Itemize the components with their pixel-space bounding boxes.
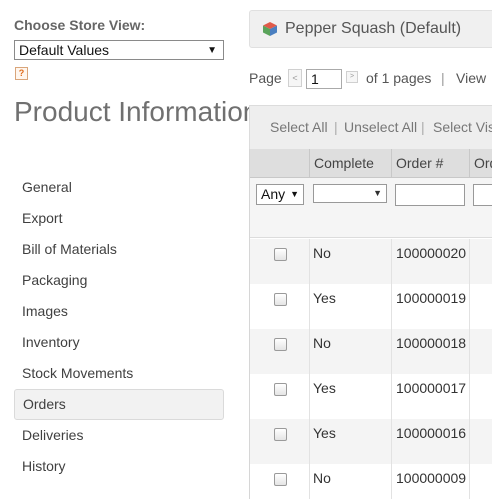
page-count: of 1 pages: [366, 70, 432, 86]
tab-deliveries[interactable]: Deliveries: [14, 420, 224, 451]
table-row[interactable]: No 100000018: [250, 329, 492, 374]
complete-cell: Yes: [313, 425, 336, 441]
chevron-down-icon: ▼: [207, 45, 217, 56]
column-divider: [309, 284, 310, 329]
order-number-cell: 100000018: [396, 335, 467, 351]
complete-cell: No: [313, 245, 331, 261]
tab-inventory[interactable]: Inventory: [14, 327, 224, 358]
column-divider: [469, 419, 470, 464]
table-row[interactable]: No 100000009: [250, 464, 492, 499]
order-number-cell: 100000009: [396, 470, 467, 486]
tab-history[interactable]: History: [14, 451, 224, 482]
cube-icon: [262, 21, 278, 42]
store-view-selected: Default Values: [19, 42, 110, 58]
column-divider: [309, 374, 310, 419]
column-header-select: [250, 149, 309, 178]
tab-export[interactable]: Export: [14, 203, 224, 234]
table-row[interactable]: Yes 100000016: [250, 419, 492, 464]
next-page-button[interactable]: >: [346, 71, 358, 83]
view-label: View: [456, 70, 487, 86]
page-number-input[interactable]: [306, 69, 342, 89]
select-filter-value: Any: [261, 186, 286, 202]
column-divider: [469, 374, 470, 419]
column-divider: [469, 329, 470, 374]
table-row[interactable]: Yes 100000017: [250, 374, 492, 419]
row-checkbox[interactable]: [274, 293, 287, 306]
massaction-bar: Select All | Unselect All | Select Visib…: [249, 105, 492, 149]
column-divider: [391, 329, 392, 374]
row-checkbox[interactable]: [274, 473, 287, 486]
order-number-cell: 100000019: [396, 290, 467, 306]
select-all-link[interactable]: Select All: [270, 119, 328, 135]
column-divider: [469, 464, 470, 499]
column-header-complete[interactable]: Complete: [309, 149, 391, 178]
select-filter[interactable]: Any ▼: [256, 184, 304, 205]
column-divider: [469, 284, 470, 329]
column-divider: [391, 284, 392, 329]
complete-filter[interactable]: ▼: [313, 184, 387, 203]
column-header-order-date[interactable]: Ord: [469, 149, 492, 178]
column-divider: [469, 239, 470, 284]
row-checkbox[interactable]: [274, 428, 287, 441]
order-number-filter-input[interactable]: [395, 184, 465, 206]
table-row[interactable]: No 100000020: [250, 239, 492, 284]
complete-cell: Yes: [313, 290, 336, 306]
order-number-cell: 100000020: [396, 245, 467, 261]
complete-cell: Yes: [313, 380, 336, 396]
pager-separator: |: [441, 70, 445, 86]
filter-row: Any ▼ ▼: [250, 178, 492, 238]
column-header-order-number[interactable]: Order #: [391, 149, 469, 178]
page-title: Product Information: [14, 96, 259, 127]
chevron-down-icon: ▼: [373, 188, 382, 198]
tab-images[interactable]: Images: [14, 296, 224, 327]
massaction-separator: |: [421, 119, 425, 135]
store-view-label: Choose Store View:: [14, 17, 146, 33]
order-number-cell: 100000016: [396, 425, 467, 441]
product-tabs-nav: General Export Bill of Materials Packagi…: [14, 172, 224, 482]
product-header-title: Pepper Squash (Default): [285, 20, 462, 37]
column-divider: [309, 239, 310, 284]
tab-general[interactable]: General: [14, 172, 224, 203]
chevron-down-icon: ▼: [290, 189, 299, 199]
complete-cell: No: [313, 470, 331, 486]
tab-packaging[interactable]: Packaging: [14, 265, 224, 296]
select-visible-link[interactable]: Select Visible: [433, 119, 492, 135]
column-divider: [391, 239, 392, 284]
column-divider: [309, 329, 310, 374]
massaction-separator: |: [334, 119, 338, 135]
orders-grid: Complete Order # Ord Any ▼ ▼ No 10000002…: [249, 149, 492, 499]
unselect-all-link[interactable]: Unselect All: [344, 119, 417, 135]
order-number-cell: 100000017: [396, 380, 467, 396]
column-divider: [309, 464, 310, 499]
product-header: Pepper Squash (Default): [249, 10, 492, 48]
column-divider: [391, 374, 392, 419]
column-divider: [391, 419, 392, 464]
grid-header: Complete Order # Ord: [250, 149, 492, 178]
row-checkbox[interactable]: [274, 338, 287, 351]
tab-stock-movements[interactable]: Stock Movements: [14, 358, 224, 389]
complete-cell: No: [313, 335, 331, 351]
row-checkbox[interactable]: [274, 248, 287, 261]
help-icon[interactable]: ?: [15, 67, 28, 80]
tab-bill-of-materials[interactable]: Bill of Materials: [14, 234, 224, 265]
table-row[interactable]: Yes 100000019: [250, 284, 492, 329]
order-date-filter-input[interactable]: [473, 184, 492, 206]
previous-page-button[interactable]: <: [288, 69, 302, 87]
tab-orders[interactable]: Orders: [14, 389, 224, 420]
store-view-select[interactable]: Default Values ▼: [14, 40, 224, 60]
column-divider: [391, 464, 392, 499]
column-divider: [309, 419, 310, 464]
row-checkbox[interactable]: [274, 383, 287, 396]
page-label: Page: [249, 70, 282, 86]
